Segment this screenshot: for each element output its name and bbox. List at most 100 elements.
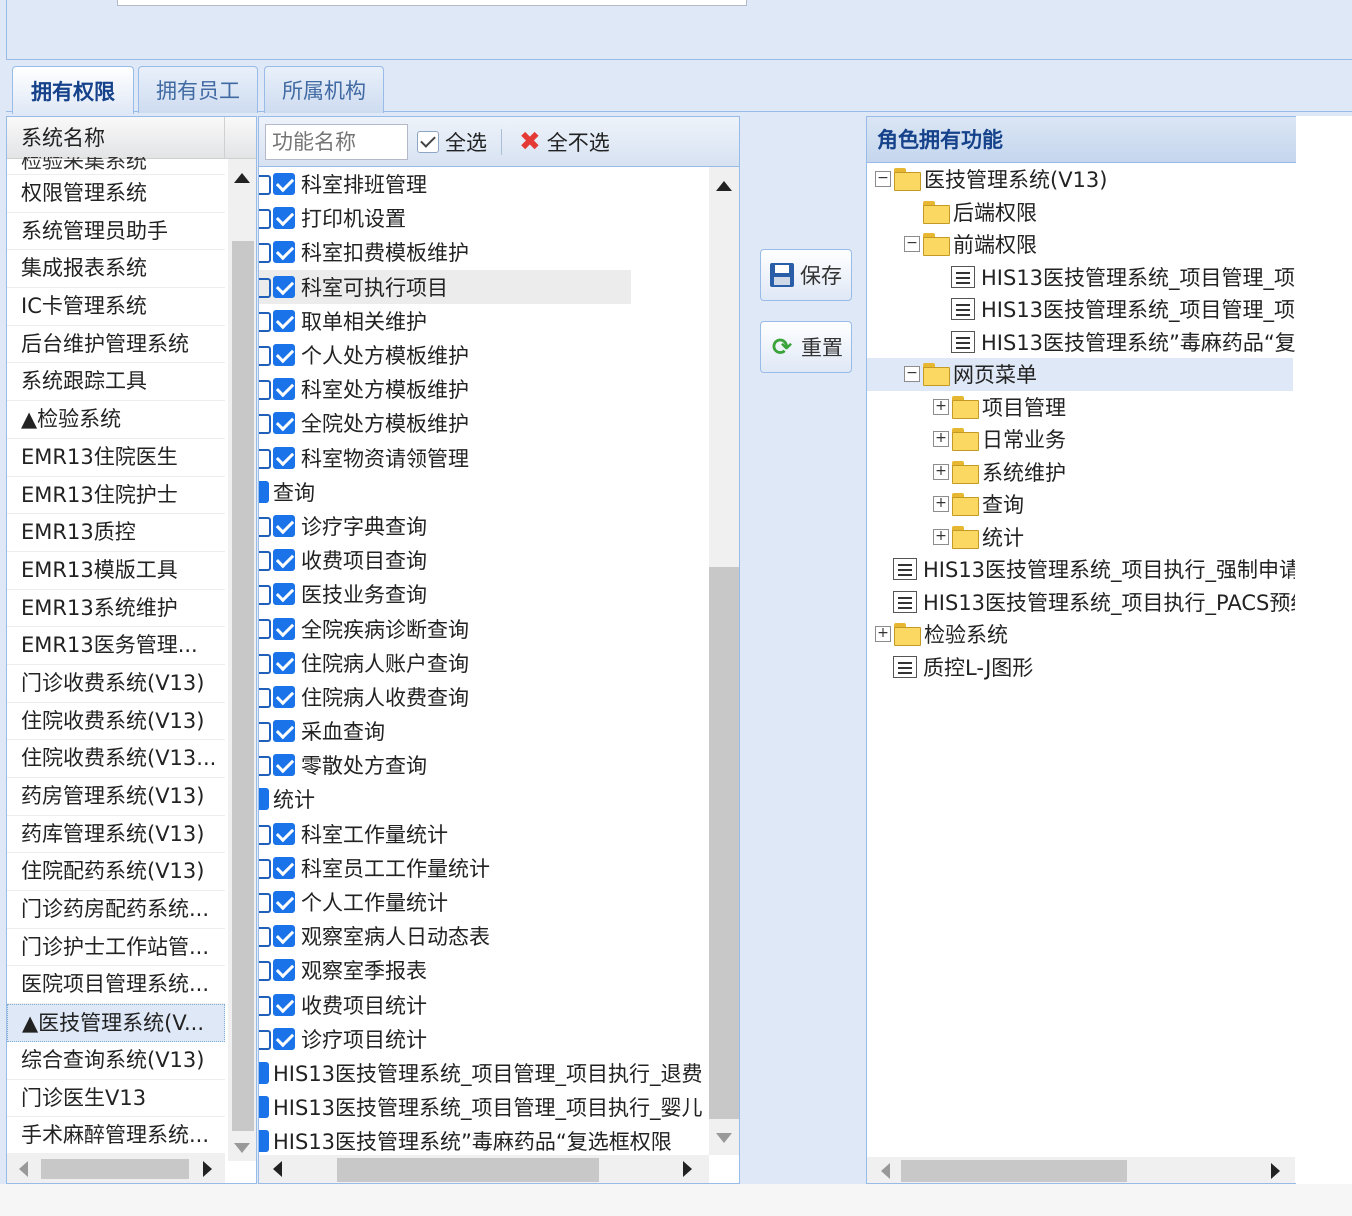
function-row[interactable]: 打印机设置 [259, 201, 709, 235]
checkbox-checked-icon[interactable] [273, 241, 295, 264]
scroll-right-icon[interactable] [683, 1161, 692, 1177]
checkbox-checked-icon[interactable] [273, 685, 295, 708]
checkbox-checked-icon[interactable] [273, 378, 295, 401]
list-item[interactable]: 门诊收费系统(V13) [7, 665, 225, 703]
partial-checkbox-icon[interactable] [259, 1061, 269, 1084]
list-item[interactable]: 综合查询系统(V13) [7, 1042, 225, 1080]
function-row[interactable]: 零散处方查询 [259, 748, 709, 782]
save-button[interactable]: 保存 [760, 249, 852, 301]
tree-leaf-node[interactable]: HIS13医技管理系统_项目管理_项目执行_ [867, 261, 1295, 294]
expand-icon[interactable]: + [933, 398, 949, 415]
list-item[interactable]: EMR13住院医生 [7, 439, 225, 477]
scroll-thumb[interactable] [709, 567, 739, 1119]
checkbox-checked-icon[interactable] [273, 891, 295, 914]
list-item[interactable]: ▲检验系统 [7, 401, 225, 439]
function-row[interactable]: 科室员工工作量统计 [259, 851, 709, 885]
collapse-icon[interactable]: − [904, 236, 920, 253]
partial-checkbox-icon[interactable] [259, 1130, 269, 1153]
checkbox-checked-icon[interactable] [273, 754, 295, 777]
checkbox-checked-icon[interactable] [273, 822, 295, 845]
scroll-thumb[interactable] [232, 241, 254, 1131]
tree-folder-node[interactable]: + 查询 [867, 488, 1293, 521]
tree-leaf-node[interactable]: HIS13医技管理系统_项目管理_项目执行_ [867, 293, 1295, 326]
function-row[interactable]: 医技业务查询 [259, 577, 709, 611]
checkbox-checked-icon[interactable] [273, 651, 295, 674]
partial-checkbox-icon[interactable] [259, 1096, 269, 1119]
list-item[interactable]: 门诊医生V13 [7, 1080, 225, 1118]
checkbox-checked-icon[interactable] [273, 309, 295, 332]
checkbox-checked-icon[interactable] [273, 344, 295, 367]
function-row[interactable]: 科室可执行项目 [259, 269, 631, 304]
function-row[interactable]: 全院疾病诊断查询 [259, 611, 709, 645]
function-list-vertical-scrollbar[interactable] [709, 167, 739, 1155]
list-item[interactable]: ▲医技管理系统(V... [7, 1004, 225, 1042]
function-row[interactable]: 观察室病人日动态表 [259, 919, 709, 953]
list-item[interactable]: IC卡管理系统 [7, 288, 225, 326]
tree-folder-node[interactable]: 后端权限 [867, 196, 1293, 229]
list-item[interactable]: 药房管理系统(V13) [7, 778, 225, 816]
checkbox-checked-icon[interactable] [273, 856, 295, 879]
list-item[interactable]: 医院项目管理系统... [7, 966, 225, 1005]
list-item[interactable]: 药库管理系统(V13) [7, 816, 225, 854]
scroll-right-icon[interactable] [203, 1161, 212, 1177]
scroll-thumb[interactable] [337, 1158, 599, 1182]
collapse-icon[interactable]: − [875, 171, 891, 188]
tab-owned-employees[interactable]: 拥有员工 [138, 66, 258, 113]
list-item[interactable]: EMR13住院护士 [7, 477, 225, 515]
list-item[interactable]: 住院收费系统(V13) [7, 703, 225, 741]
list-item[interactable]: 门诊护士工作站管... [7, 929, 225, 967]
list-item[interactable]: EMR13模版工具 [7, 552, 225, 590]
function-group-row[interactable]: HIS13医技管理系统_项目管理_项目执行_退费 [259, 1056, 709, 1090]
tree-folder-node[interactable]: + 项目管理 [867, 391, 1293, 424]
function-row[interactable]: 住院病人账户查询 [259, 646, 709, 680]
function-row[interactable]: 住院病人收费查询 [259, 680, 709, 714]
expand-icon[interactable]: + [875, 626, 891, 643]
function-row[interactable]: 科室排班管理 [259, 167, 709, 201]
checkbox-checked-icon[interactable] [273, 617, 295, 640]
list-item[interactable]: 住院配药系统(V13) [7, 853, 225, 892]
tree-folder-node[interactable]: + 系统维护 [867, 456, 1293, 489]
list-item[interactable]: 后台维护管理系统 [7, 326, 225, 364]
expand-icon[interactable]: + [933, 496, 949, 513]
expand-icon[interactable]: + [933, 431, 949, 448]
function-row[interactable]: 科室工作量统计 [259, 817, 709, 851]
function-row[interactable]: 科室物资请领管理 [259, 441, 709, 475]
tree-folder-node[interactable]: − 前端权限 [867, 228, 1293, 261]
list-item[interactable]: 集成报表系统 [7, 250, 225, 289]
tree-leaf-node[interactable]: 质控L-J图形 [867, 651, 1293, 684]
list-item[interactable]: 手术麻醉管理系统... [7, 1117, 225, 1155]
list-item[interactable]: 住院收费系统(V13... [7, 740, 225, 778]
tree-leaf-node[interactable]: HIS13医技管理系统_项目执行_PACS预约 [867, 586, 1295, 619]
checkbox-checked-icon[interactable] [273, 549, 295, 572]
deselect-all-button[interactable]: ✖ 全不选 [519, 125, 610, 159]
scroll-thumb[interactable] [901, 1160, 1127, 1182]
function-row[interactable]: 全院处方模板维护 [259, 406, 709, 440]
tree-folder-node[interactable]: + 统计 [867, 521, 1293, 554]
function-row[interactable]: 观察室季报表 [259, 953, 709, 987]
partial-checkbox-icon[interactable] [259, 480, 269, 503]
tree-horizontal-scrollbar[interactable] [867, 1157, 1295, 1183]
select-all-button[interactable]: 全选 [417, 125, 487, 159]
tab-owned-permissions[interactable]: 拥有权限 [12, 66, 134, 114]
scroll-down-icon[interactable] [234, 1143, 250, 1153]
scroll-down-icon[interactable] [716, 1133, 732, 1143]
function-row[interactable]: 个人处方模板维护 [259, 338, 709, 372]
tree-folder-node[interactable]: − 医技管理系统(V13) [867, 163, 1293, 196]
list-item[interactable]: 权限管理系统 [7, 175, 225, 213]
function-row[interactable]: 个人工作量统计 [259, 885, 709, 919]
function-row[interactable]: 取单相关维护 [259, 304, 709, 338]
tree-leaf-node[interactable]: HIS13医技管理系统_项目执行_强制申请 [867, 553, 1295, 586]
system-list-vertical-scrollbar[interactable] [228, 159, 256, 1161]
function-row[interactable]: 收费项目统计 [259, 988, 709, 1022]
tab-owning-organization[interactable]: 所属机构 [264, 66, 384, 113]
expand-icon[interactable]: + [933, 463, 949, 480]
tree-folder-node[interactable]: − 网页菜单 [867, 358, 1293, 391]
scroll-up-icon[interactable] [234, 173, 250, 183]
reset-button[interactable]: ⟳ 重置 [760, 321, 852, 373]
checkbox-checked-icon[interactable] [273, 959, 295, 982]
function-group-row[interactable]: HIS13医技管理系统_项目管理_项目执行_婴儿 [259, 1090, 709, 1124]
function-row[interactable]: 诊疗字典查询 [259, 509, 709, 543]
expand-icon[interactable]: + [933, 528, 949, 545]
scroll-thumb[interactable] [41, 1159, 189, 1179]
function-row[interactable]: 科室处方模板维护 [259, 372, 709, 406]
